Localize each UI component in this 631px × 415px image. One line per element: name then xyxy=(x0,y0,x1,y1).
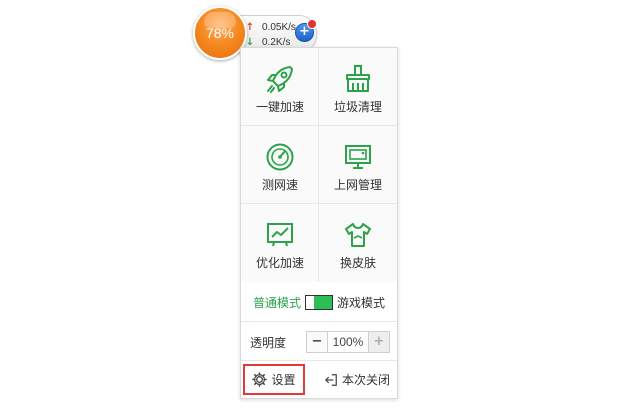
tool-junk-cleanup[interactable]: 垃圾清理 xyxy=(319,48,397,126)
memory-percent: 78% xyxy=(205,25,235,41)
close-label: 本次关闭 xyxy=(341,373,390,387)
tool-optimize-speedup[interactable]: 优化加速 xyxy=(241,204,319,282)
memory-usage-orb[interactable]: 78% xyxy=(193,6,247,60)
notification-dot xyxy=(307,19,317,29)
tool-label: 垃圾清理 xyxy=(333,100,382,114)
tool-internet-management[interactable]: 上网管理 xyxy=(319,126,397,204)
panel-footer: 设置 本次关闭 xyxy=(241,361,397,398)
upload-speed: 0.05K/s xyxy=(262,21,296,33)
toggle-knob xyxy=(314,295,332,309)
opacity-stepper: − 100% + xyxy=(306,331,390,353)
mode-toggle[interactable] xyxy=(305,294,333,310)
settings-button[interactable]: 设置 xyxy=(243,364,305,395)
upload-row: ↑ 0.05K/s xyxy=(244,20,296,34)
opacity-value: 100% xyxy=(332,335,364,349)
tool-speed-test[interactable]: 测网速 xyxy=(241,126,319,204)
rocket-icon xyxy=(267,66,293,93)
settings-label: 设置 xyxy=(271,373,296,387)
tool-label: 测网速 xyxy=(261,178,298,192)
tool-change-skin[interactable]: 换皮肤 xyxy=(319,204,397,282)
tool-label: 上网管理 xyxy=(333,178,382,192)
quick-menu-panel: 一键加速 垃圾清理 测网速 上网管理 优化加速 换皮肤 普通模式 游戏模式 透明… xyxy=(240,47,398,399)
tshirt-icon xyxy=(345,223,371,247)
normal-mode-label[interactable]: 普通模式 xyxy=(253,294,301,311)
tool-label: 换皮肤 xyxy=(339,256,376,270)
tool-label: 优化加速 xyxy=(255,256,304,270)
opacity-increase-button[interactable]: + xyxy=(368,332,389,352)
monitor-icon xyxy=(345,145,371,169)
chart-screen-icon xyxy=(267,223,293,247)
opacity-label: 透明度 xyxy=(250,336,287,350)
tool-one-click-speedup[interactable]: 一键加速 xyxy=(241,48,319,126)
download-speed: 0.2K/s xyxy=(262,36,291,48)
opacity-decrease-button[interactable]: − xyxy=(307,332,328,352)
game-mode-label[interactable]: 游戏模式 xyxy=(337,294,385,311)
broom-icon xyxy=(346,65,370,92)
tool-label: 一键加速 xyxy=(255,100,304,114)
speedometer-icon xyxy=(266,143,294,171)
gear-icon xyxy=(252,372,268,387)
screen: ↑ 0.05K/s ↓ 0.2K/s + 78% 一键加速 垃圾清理 测网速 上… xyxy=(0,0,631,415)
exit-icon xyxy=(325,373,337,386)
close-this-time-button[interactable]: 本次关闭 xyxy=(319,364,395,395)
opacity-row: 透明度 − 100% + xyxy=(241,322,397,361)
mode-switch-row: 普通模式 游戏模式 xyxy=(241,283,397,322)
